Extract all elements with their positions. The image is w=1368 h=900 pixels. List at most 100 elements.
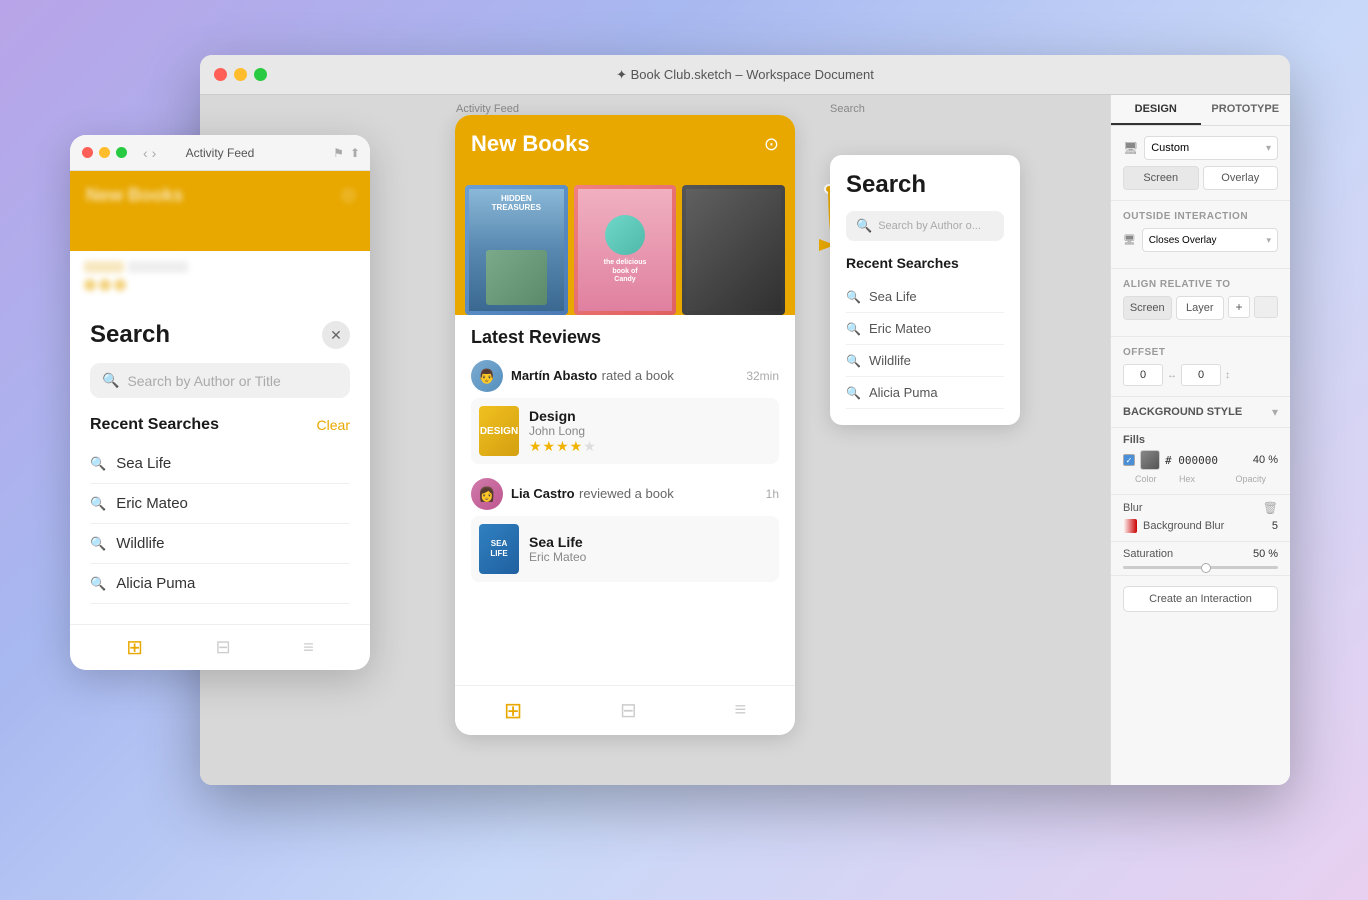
blur-value: 5 <box>1272 520 1278 532</box>
reviewer-name-1: Martín Abasto rated a book <box>511 367 674 385</box>
recent-text-alicia: Alicia Puma <box>116 575 195 592</box>
search-icon-canvas: 🔍 <box>856 218 872 234</box>
floating-titlebar: ‹ › Activity Feed ⚑ ⬆ <box>70 135 370 171</box>
recent-icon-3: 🔍 <box>90 536 106 552</box>
back-nav-btn[interactable]: ‹ <box>143 145 148 161</box>
tab-prototype[interactable]: PROTOTYPE <box>1201 95 1291 125</box>
app-content-area: Latest Reviews 👨 Martín Abasto rated a b… <box>455 315 795 685</box>
book-mini-design: DESIGN Design John Long ★★★★★ <box>471 398 779 464</box>
search-icon-item-2: 🔍 <box>846 322 861 336</box>
closes-overlay-label: Closes Overlay <box>1149 235 1217 246</box>
books-row: HIDDENTREASURES the deliciousbook ofCand… <box>465 185 785 315</box>
nav-grid-icon[interactable]: ⊟ <box>620 698 637 723</box>
app-screen-main: New Books ⊙ HIDDENTREASURES <box>455 115 795 735</box>
search-input-box-canvas[interactable]: 🔍 Search by Author o... <box>846 211 1004 241</box>
blur-color-indicator <box>1123 519 1137 533</box>
maximize-window-dot[interactable] <box>254 68 267 81</box>
close-search-btn[interactable]: ✕ <box>322 321 350 349</box>
sketch-titlebar: ✦ Book Club.sketch – Workspace Document <box>200 55 1290 95</box>
chevron-down-icon: ▾ <box>1266 143 1271 154</box>
floating-maximize-dot[interactable] <box>116 147 127 158</box>
floating-nav-books-icon[interactable]: ⊞ <box>126 635 143 660</box>
search-item-canvas-1[interactable]: 🔍 Sea Life <box>846 281 1004 313</box>
overlay-btn[interactable]: Overlay <box>1203 166 1279 190</box>
floating-window: ‹ › Activity Feed ⚑ ⬆ New Books ⊙ Search… <box>70 135 370 670</box>
saturation-percent: % <box>1268 548 1278 560</box>
search-item-canvas-3[interactable]: 🔍 Wildlife <box>846 345 1004 377</box>
book-title-sealife: Sea Life <box>529 534 586 550</box>
recent-icon-4: 🔍 <box>90 576 106 592</box>
minimize-window-dot[interactable] <box>234 68 247 81</box>
floating-nav-grid-icon[interactable]: ⊟ <box>216 637 231 658</box>
book-cover-candy: the deliciousbook ofCandy <box>574 185 677 315</box>
search-placeholder-modal: Search by Author or Title <box>127 373 280 389</box>
search-overlay-title: Search <box>846 171 1004 199</box>
saturation-label: Saturation <box>1123 548 1173 560</box>
background-style-header: BACKGROUND STYLE ▾ <box>1111 397 1290 428</box>
search-input-wrapper[interactable]: 🔍 Search by Author or Title <box>90 363 350 398</box>
fill-color-swatch[interactable] <box>1140 450 1160 470</box>
clear-btn[interactable]: Clear <box>317 417 350 433</box>
search-item-canvas-4[interactable]: 🔍 Alicia Puma <box>846 377 1004 409</box>
floating-app-title: New Books <box>86 185 354 206</box>
recent-item-ericmateo[interactable]: 🔍 Eric Mateo <box>90 484 350 524</box>
color-label: Color <box>1135 474 1165 484</box>
screen-align-btn[interactable]: Screen <box>1123 296 1172 320</box>
saturation-slider[interactable] <box>1123 566 1278 569</box>
search-icon-item-1: 🔍 <box>846 290 861 304</box>
recent-item-wildlife[interactable]: 🔍 Wildlife <box>90 524 350 564</box>
review-header-1: 👨 Martín Abasto rated a book 32min <box>471 360 779 392</box>
create-interaction-btn[interactable]: Create an Interaction <box>1123 586 1278 612</box>
nav-books-icon[interactable]: ⊞ <box>504 698 522 724</box>
trash-icon[interactable]: 🗑 <box>1263 501 1278 515</box>
floating-share-icon[interactable]: ⬆ <box>350 146 360 160</box>
screen-btn[interactable]: Screen <box>1123 166 1199 190</box>
search-header-icon[interactable]: ⊙ <box>764 134 779 155</box>
blur-label: Blur <box>1123 502 1143 514</box>
tab-design[interactable]: DESIGN <box>1111 95 1201 125</box>
floating-bg-content <box>70 251 370 301</box>
forward-nav-btn[interactable]: › <box>152 145 157 161</box>
offset-inputs: ↔ ↕ <box>1123 364 1278 386</box>
search-text-alicia: Alicia Puma <box>869 385 938 400</box>
search-text-ericmateo: Eric Mateo <box>869 321 931 336</box>
floating-bookmark-icon[interactable]: ⚑ <box>333 146 344 160</box>
floating-nav-chart-icon[interactable]: ≡ <box>303 637 314 658</box>
recent-text-wildlife: Wildlife <box>116 535 164 552</box>
floating-bottom-nav: ⊞ ⊟ ≡ <box>70 624 370 670</box>
fills-label: Fills <box>1123 434 1145 446</box>
search-text-wildlife: Wildlife <box>869 353 911 368</box>
search-item-canvas-2[interactable]: 🔍 Eric Mateo <box>846 313 1004 345</box>
offset-vertical-icon: ↕ <box>1225 370 1230 381</box>
book-author-eric: Eric Mateo <box>529 550 586 564</box>
recent-item-sealife[interactable]: 🔍 Sea Life <box>90 444 350 484</box>
offset-arrow-icon: ↔ <box>1167 370 1177 381</box>
custom-label: Custom <box>1151 142 1189 154</box>
close-window-dot[interactable] <box>214 68 227 81</box>
offset-y-input[interactable] <box>1181 364 1221 386</box>
book-cover-dark <box>682 185 785 315</box>
align-plus-btn[interactable]: + <box>1228 296 1250 318</box>
book-thumb-sealife: SEALIFE <box>479 524 519 574</box>
app-bottom-nav: ⊞ ⊟ ≡ <box>455 685 795 735</box>
book-info-design: Design John Long ★★★★★ <box>529 408 597 455</box>
closes-overlay-row: 🖥 Closes Overlay ▾ <box>1123 228 1278 252</box>
floating-window-title: Activity Feed <box>186 146 255 160</box>
closes-overlay-select[interactable]: Closes Overlay ▾ <box>1142 228 1278 252</box>
fill-checkbox[interactable]: ✓ <box>1123 454 1135 466</box>
offset-label: Offset <box>1123 347 1278 358</box>
recent-item-alicia[interactable]: 🔍 Alicia Puma <box>90 564 350 604</box>
fill-opacity-value: 40 % <box>1253 454 1278 466</box>
saturation-slider-thumb[interactable] <box>1201 563 1211 573</box>
offset-x-input[interactable] <box>1123 364 1163 386</box>
search-icon-modal: 🔍 <box>102 372 119 389</box>
floating-close-dot[interactable] <box>82 147 93 158</box>
search-modal-title: Search <box>90 321 170 349</box>
star-rating-design: ★★★★★ <box>529 438 597 455</box>
nav-chart-icon[interactable]: ≡ <box>734 699 746 722</box>
layer-align-btn[interactable]: Layer <box>1176 296 1225 320</box>
floating-minimize-dot[interactable] <box>99 147 110 158</box>
lia-name: Lia Castro <box>511 486 575 501</box>
background-style-chevron[interactable]: ▾ <box>1272 405 1278 419</box>
custom-select[interactable]: Custom ▾ <box>1144 136 1278 160</box>
